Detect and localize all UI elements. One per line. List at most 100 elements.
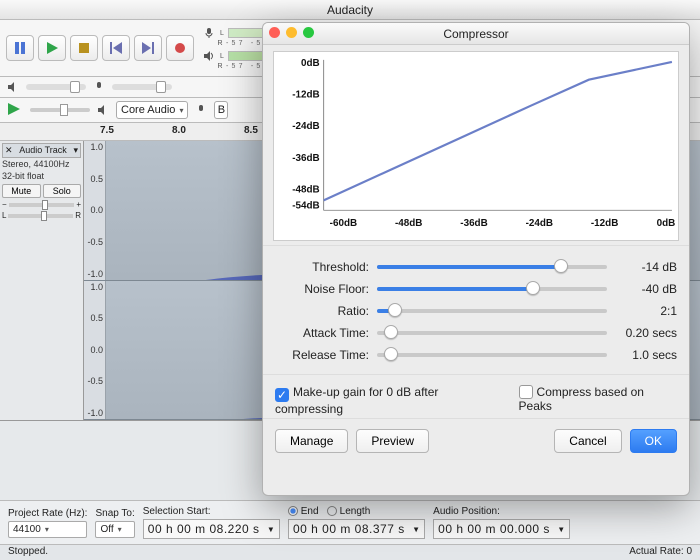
x-axis-ticks: -60dB -48dB -36dB -24dB -12dB 0dB	[330, 218, 676, 229]
pause-button[interactable]	[6, 35, 34, 61]
noise-floor-value: -40 dB	[615, 282, 677, 296]
window-controls	[269, 27, 314, 38]
compressor-dialog: Compressor 0dB -12dB -24dB -36dB -48dB -…	[262, 22, 690, 496]
mute-button[interactable]: Mute	[2, 184, 41, 198]
stop-button[interactable]	[70, 35, 98, 61]
mic-icon	[92, 80, 106, 94]
play-l-label: L	[218, 53, 226, 60]
skip-end-button[interactable]	[134, 35, 162, 61]
selection-end-field[interactable]: 00 h 00 m 08.377 s ▾	[288, 519, 425, 539]
compressor-curve-chart: 0dB -12dB -24dB -36dB -48dB -54dB -60dB …	[273, 51, 679, 241]
threshold-label: Threshold:	[275, 260, 369, 274]
audio-position-label: Audio Position:	[433, 506, 570, 517]
noise-floor-label: Noise Floor:	[275, 282, 369, 296]
speaker-icon	[202, 49, 216, 63]
length-radio[interactable]	[327, 506, 337, 516]
project-rate-select[interactable]: 44100▾	[8, 521, 87, 538]
dialog-title: Compressor	[443, 27, 508, 41]
record-volume-slider[interactable]	[112, 84, 172, 90]
chevron-down-icon[interactable]: ▾	[73, 145, 78, 156]
main-titlebar: Audacity	[0, 0, 700, 20]
dialog-titlebar[interactable]: Compressor	[263, 23, 689, 45]
release-label: Release Time:	[275, 348, 369, 362]
speaker-icon	[96, 103, 110, 117]
minimize-window-button[interactable]	[286, 27, 297, 38]
playback-speed-slider[interactable]	[30, 108, 90, 112]
svg-text:-12dB: -12dB	[292, 90, 319, 101]
timeline-play-button[interactable]	[6, 101, 24, 119]
audio-position-field[interactable]: 00 h 00 m 00.000 s ▾	[433, 519, 570, 539]
svg-text:0dB: 0dB	[657, 218, 676, 229]
dialog-button-row: Manage Preview Cancel OK	[263, 418, 689, 463]
gain-plus-icon: +	[76, 200, 81, 209]
play-r-label: R	[216, 63, 224, 70]
checkbox-unchecked-icon	[519, 385, 533, 399]
attack-slider[interactable]	[377, 331, 607, 335]
svg-text:-24dB: -24dB	[526, 218, 553, 229]
compress-peaks-checkbox[interactable]: Compress based on Peaks	[519, 385, 677, 416]
svg-text:-54dB: -54dB	[292, 200, 319, 211]
chevron-updown-icon: ▾	[179, 106, 183, 115]
svg-text:-36dB: -36dB	[292, 153, 319, 164]
mic-icon	[202, 26, 216, 40]
track-sample-format: 32-bit float	[2, 170, 81, 182]
cancel-button[interactable]: Cancel	[554, 429, 621, 453]
compressor-options: ✓Make-up gain for 0 dB after compressing…	[263, 374, 689, 418]
end-radio[interactable]	[288, 506, 298, 516]
snap-to-select[interactable]: Off▾	[95, 521, 134, 538]
track-gain-slider[interactable]	[9, 203, 75, 207]
play-button[interactable]	[38, 35, 66, 61]
close-track-icon[interactable]: ✕	[5, 145, 13, 156]
chevron-down-icon: ▾	[45, 525, 49, 534]
preview-button[interactable]: Preview	[356, 429, 429, 453]
amplitude-scale: 1.00.50.0-0.5-1.0	[84, 141, 106, 280]
track-control-panel[interactable]: ✕ Audio Track ▾ Stereo, 44100Hz 32-bit f…	[0, 141, 84, 420]
selection-start-label: Selection Start:	[143, 506, 280, 517]
skip-start-button[interactable]	[102, 35, 130, 61]
playback-volume-slider[interactable]	[26, 84, 86, 90]
noise-floor-slider[interactable]	[377, 287, 607, 291]
track-menu[interactable]: ✕ Audio Track ▾	[2, 143, 81, 158]
ruler-tick: 7.5	[100, 125, 114, 136]
status-bar: Stopped. Actual Rate: 0	[0, 544, 700, 560]
attack-label: Attack Time:	[275, 326, 369, 340]
ratio-slider[interactable]	[377, 309, 607, 313]
svg-text:-48dB: -48dB	[395, 218, 422, 229]
svg-text:-60dB: -60dB	[330, 218, 357, 229]
threshold-slider[interactable]	[377, 265, 607, 269]
svg-text:-48dB: -48dB	[292, 185, 319, 196]
attack-value: 0.20 secs	[615, 326, 677, 340]
compressor-params: Threshold: -14 dB Noise Floor: -40 dB Ra…	[263, 245, 689, 374]
actual-rate-text: Actual Rate: 0	[629, 546, 692, 559]
status-text: Stopped.	[8, 546, 48, 559]
chevron-down-icon: ▾	[118, 525, 122, 534]
track-pan-slider[interactable]	[8, 214, 73, 218]
release-slider[interactable]	[377, 353, 607, 357]
rec-r-label: R	[216, 40, 224, 47]
threshold-value: -14 dB	[615, 260, 677, 274]
audio-host-select[interactable]: Core Audio ▾	[116, 101, 188, 119]
ruler-tick: 8.5	[244, 125, 258, 136]
audio-host-value: Core Audio	[121, 104, 175, 116]
project-rate-label: Project Rate (Hz):	[8, 508, 87, 519]
record-device-select[interactable]: B	[214, 101, 228, 119]
pan-r-label: R	[75, 211, 81, 220]
solo-button[interactable]: Solo	[43, 184, 82, 198]
ratio-label: Ratio:	[275, 304, 369, 318]
ratio-value: 2:1	[615, 304, 677, 318]
zoom-window-button[interactable]	[303, 27, 314, 38]
rec-l-label: L	[218, 30, 226, 37]
svg-text:0dB: 0dB	[301, 58, 320, 69]
ok-button[interactable]: OK	[630, 429, 677, 453]
release-value: 1.0 secs	[615, 348, 677, 362]
selection-start-field[interactable]: 00 h 00 m 08.220 s ▾	[143, 519, 280, 539]
makeup-gain-checkbox[interactable]: ✓Make-up gain for 0 dB after compressing	[275, 385, 505, 416]
track-name: Audio Track	[19, 145, 67, 156]
gain-minus-icon: −	[2, 200, 7, 209]
amplitude-scale: 1.00.50.0-0.5-1.0	[84, 281, 106, 420]
record-button[interactable]	[166, 35, 194, 61]
manage-button[interactable]: Manage	[275, 429, 348, 453]
close-window-button[interactable]	[269, 27, 280, 38]
end-label: End	[301, 506, 319, 517]
snap-to-label: Snap To:	[95, 508, 134, 519]
